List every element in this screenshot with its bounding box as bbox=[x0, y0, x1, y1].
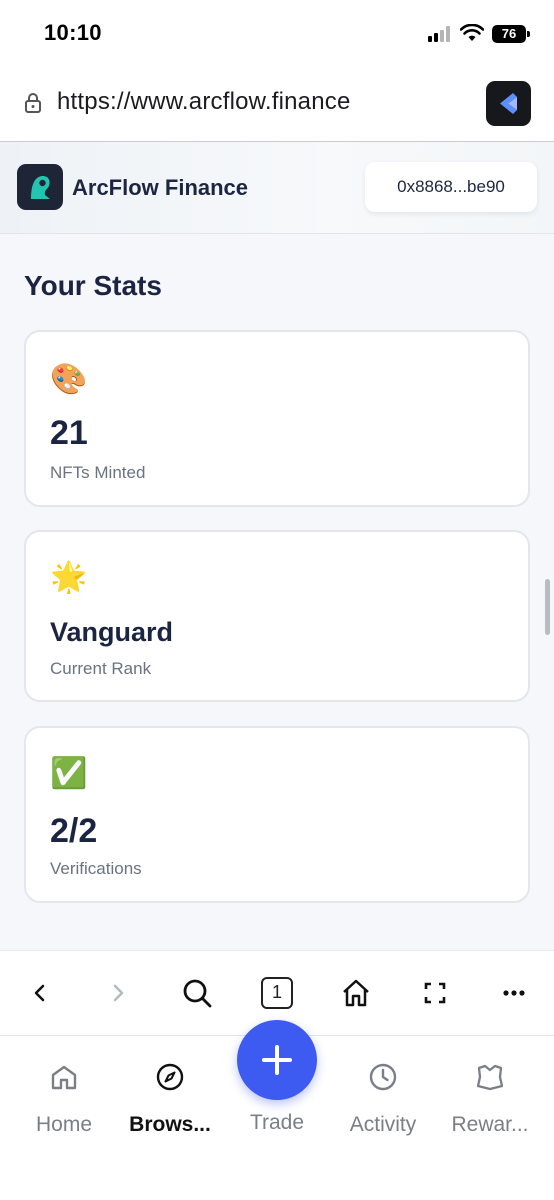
nav-label: Rewar... bbox=[451, 1113, 529, 1136]
tabs-button[interactable]: 1 bbox=[257, 973, 297, 1013]
stat-label: Verifications bbox=[50, 859, 142, 878]
nav-item-home[interactable]: Home bbox=[14, 1062, 114, 1137]
compass-icon bbox=[156, 1063, 184, 1091]
home-icon bbox=[51, 1065, 77, 1090]
arcflow-logo-icon bbox=[31, 175, 50, 199]
more-button[interactable] bbox=[494, 973, 534, 1013]
palette-icon: 🎨 bbox=[50, 363, 88, 396]
rewards-icon bbox=[476, 1064, 504, 1091]
nav-label: Home bbox=[35, 1113, 93, 1136]
url-text[interactable]: https://www.arcflow.finance bbox=[57, 88, 351, 116]
fullscreen-icon bbox=[424, 982, 446, 1004]
stat-value: 21 bbox=[50, 414, 88, 452]
battery-indicator: 76 bbox=[492, 25, 530, 43]
nav-label: Activity bbox=[349, 1113, 417, 1136]
search-icon bbox=[183, 979, 212, 1008]
nav-item-browse[interactable]: Brows... bbox=[120, 1062, 220, 1137]
nav-item-rewards[interactable]: Rewar... bbox=[440, 1062, 540, 1137]
stat-value: Vanguard bbox=[50, 617, 174, 647]
back-button[interactable] bbox=[20, 973, 60, 1013]
app-name: ArcFlow Finance bbox=[72, 175, 249, 200]
home-button[interactable] bbox=[336, 973, 376, 1013]
wallet-address-button[interactable]: 0x8868...be90 bbox=[365, 162, 537, 212]
scrollbar[interactable] bbox=[545, 579, 550, 635]
lock-icon bbox=[25, 93, 41, 113]
stat-label: Current Rank bbox=[50, 659, 152, 678]
chevron-right-icon bbox=[113, 984, 124, 1002]
stat-card-nfts: 🎨 21 NFTs Minted bbox=[24, 330, 530, 507]
stat-value: 2/2 bbox=[50, 812, 98, 850]
nav-item-trade-label[interactable]: Trade bbox=[227, 1111, 327, 1135]
wallet-extension-button[interactable] bbox=[486, 81, 531, 126]
plus-icon bbox=[262, 1045, 292, 1075]
arrow-left-logo-icon bbox=[500, 93, 517, 114]
fullscreen-button[interactable] bbox=[415, 973, 455, 1013]
stat-card-rank: 🌟 Vanguard Current Rank bbox=[24, 530, 530, 702]
star-icon: 🌟 bbox=[50, 561, 88, 594]
chevron-left-icon bbox=[34, 984, 45, 1002]
nav-label: Brows... bbox=[129, 1113, 211, 1136]
check-mark-icon: ✅ bbox=[50, 757, 88, 790]
ellipsis-icon bbox=[503, 990, 525, 996]
browser-url-bar[interactable]: https://www.arcflow.finance bbox=[0, 66, 554, 142]
status-bar: 10:10 76 bbox=[0, 0, 554, 66]
nav-item-activity[interactable]: Activity bbox=[333, 1062, 433, 1137]
stat-card-verifications: ✅ 2/2 Verifications bbox=[24, 726, 530, 903]
trade-button[interactable] bbox=[237, 1020, 317, 1100]
status-time: 10:10 bbox=[44, 20, 102, 45]
section-title: Your Stats bbox=[24, 270, 162, 301]
stat-label: NFTs Minted bbox=[50, 463, 146, 482]
search-button[interactable] bbox=[177, 973, 217, 1013]
app-header: ArcFlow Finance 0x8868...be90 bbox=[0, 142, 554, 234]
tab-count: 1 bbox=[261, 977, 293, 1009]
clock-icon bbox=[369, 1063, 397, 1091]
cellular-signal-icon bbox=[428, 26, 454, 42]
forward-button[interactable] bbox=[98, 973, 138, 1013]
wifi-icon bbox=[460, 24, 484, 41]
app-logo[interactable] bbox=[17, 164, 63, 210]
home-icon bbox=[343, 979, 369, 1007]
